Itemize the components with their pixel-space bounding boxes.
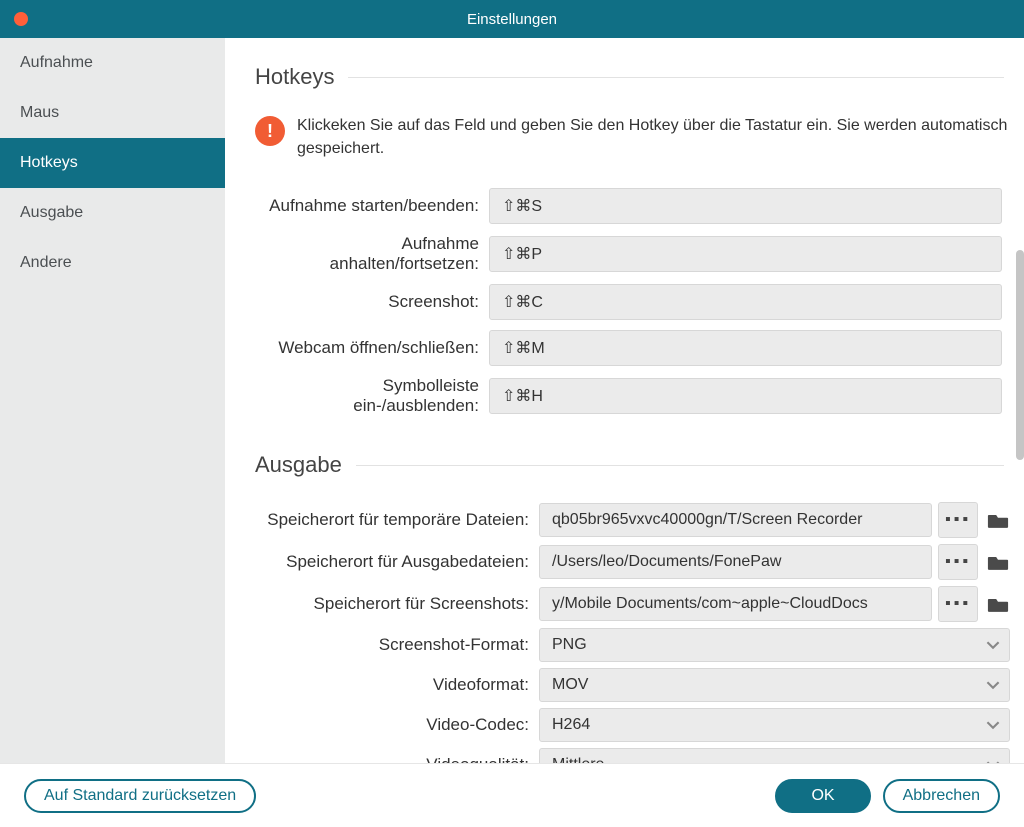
section-title: Hotkeys (255, 64, 334, 90)
alert-text: Klickeken Sie auf das Feld und geben Sie… (297, 114, 1010, 160)
select-screenshot-format[interactable]: PNG (539, 628, 1010, 662)
footer: Auf Standard zurücksetzen OK Abbrechen (0, 763, 1024, 827)
section-header-ausgabe: Ausgabe (255, 452, 1010, 478)
select-video-codec[interactable]: H264 (539, 708, 1010, 742)
select-row-video-codec: Video-Codec: H264 (255, 708, 1010, 742)
hotkey-field-pause[interactable]: ⇧⌘P (489, 236, 1002, 272)
out-label: Speicherort für temporäre Dateien: (255, 510, 539, 530)
hotkey-label: Symbolleiste ein-/ausblenden: (255, 376, 489, 416)
sidebar-item-aufnahme[interactable]: Aufnahme (0, 38, 225, 88)
path-field-temp[interactable]: ɋb05br965vxvc40000gn/T/Screen Recorder (539, 503, 932, 537)
section-title: Ausgabe (255, 452, 342, 478)
ok-button[interactable]: OK (775, 779, 870, 813)
sidebar-item-hotkeys[interactable]: Hotkeys (0, 138, 225, 188)
divider (356, 465, 1004, 466)
select-value: Mittlere (540, 749, 977, 763)
folder-icon[interactable] (986, 544, 1010, 580)
select-row-video-format: Videoformat: MOV (255, 668, 1010, 702)
select-value: H264 (540, 709, 977, 741)
close-icon[interactable] (14, 12, 28, 26)
sidebar-item-andere[interactable]: Andere (0, 238, 225, 288)
divider (348, 77, 1004, 78)
select-row-video-quality: Videoqualität: Mittlere (255, 748, 1010, 763)
select-video-quality[interactable]: Mittlere (539, 748, 1010, 763)
out-label: Speicherort für Ausgabedateien: (255, 552, 539, 572)
out-label: Video-Codec: (255, 715, 539, 735)
hotkey-label: Aufnahme starten/beenden: (255, 196, 489, 216)
hotkey-field-toolbar[interactable]: ⇧⌘H (489, 378, 1002, 414)
hotkey-row-toolbar: Symbolleiste ein-/ausblenden: ⇧⌘H (255, 376, 1010, 416)
more-button[interactable]: ▪▪▪ (938, 544, 978, 580)
alert-icon: ! (255, 116, 285, 146)
out-label: Speicherort für Screenshots: (255, 594, 539, 614)
chevron-down-icon (977, 758, 1009, 763)
hotkey-row-webcam: Webcam öffnen/schließen: ⇧⌘M (255, 330, 1010, 366)
hotkey-label: Screenshot: (255, 292, 489, 312)
hotkey-field-start-stop[interactable]: ⇧⌘S (489, 188, 1002, 224)
out-label: Videoformat: (255, 675, 539, 695)
window-title: Einstellungen (0, 11, 1024, 28)
info-alert: ! Klickeken Sie auf das Feld und geben S… (255, 114, 1010, 160)
hotkey-row-screenshot: Screenshot: ⇧⌘C (255, 284, 1010, 320)
folder-icon[interactable] (986, 502, 1010, 538)
out-label: Screenshot-Format: (255, 635, 539, 655)
cancel-button[interactable]: Abbrechen (883, 779, 1000, 813)
sidebar-item-maus[interactable]: Maus (0, 88, 225, 138)
more-button[interactable]: ▪▪▪ (938, 502, 978, 538)
select-value: PNG (540, 629, 977, 661)
select-row-screenshot-format: Screenshot-Format: PNG (255, 628, 1010, 662)
chevron-down-icon (977, 638, 1009, 652)
hotkey-field-webcam[interactable]: ⇧⌘M (489, 330, 1002, 366)
chevron-down-icon (977, 718, 1009, 732)
hotkey-label: Webcam öffnen/schließen: (255, 338, 489, 358)
reset-button[interactable]: Auf Standard zurücksetzen (24, 779, 256, 813)
folder-icon[interactable] (986, 586, 1010, 622)
sidebar: Aufnahme Maus Hotkeys Ausgabe Andere (0, 38, 225, 763)
hotkey-row-start-stop: Aufnahme starten/beenden: ⇧⌘S (255, 188, 1010, 224)
hotkey-label: Aufnahme anhalten/fortsetzen: (255, 234, 489, 274)
path-field-screenshots[interactable]: y/Mobile Documents/com~apple~CloudDocs (539, 587, 932, 621)
main-panel: Hotkeys ! Klickeken Sie auf das Feld und… (225, 38, 1024, 763)
hotkey-field-screenshot[interactable]: ⇧⌘C (489, 284, 1002, 320)
output-row-screenshots: Speicherort für Screenshots: y/Mobile Do… (255, 586, 1010, 622)
scrollbar[interactable] (1016, 250, 1024, 460)
section-header-hotkeys: Hotkeys (255, 64, 1010, 90)
sidebar-item-ausgabe[interactable]: Ausgabe (0, 188, 225, 238)
path-field-output[interactable]: /Users/leo/Documents/FonePaw (539, 545, 932, 579)
chevron-down-icon (977, 678, 1009, 692)
out-label: Videoqualität: (255, 755, 539, 763)
titlebar: Einstellungen (0, 0, 1024, 38)
select-video-format[interactable]: MOV (539, 668, 1010, 702)
select-value: MOV (540, 669, 977, 701)
more-button[interactable]: ▪▪▪ (938, 586, 978, 622)
hotkey-row-pause: Aufnahme anhalten/fortsetzen: ⇧⌘P (255, 234, 1010, 274)
output-row-output: Speicherort für Ausgabedateien: /Users/l… (255, 544, 1010, 580)
output-row-temp: Speicherort für temporäre Dateien: ɋb05b… (255, 502, 1010, 538)
